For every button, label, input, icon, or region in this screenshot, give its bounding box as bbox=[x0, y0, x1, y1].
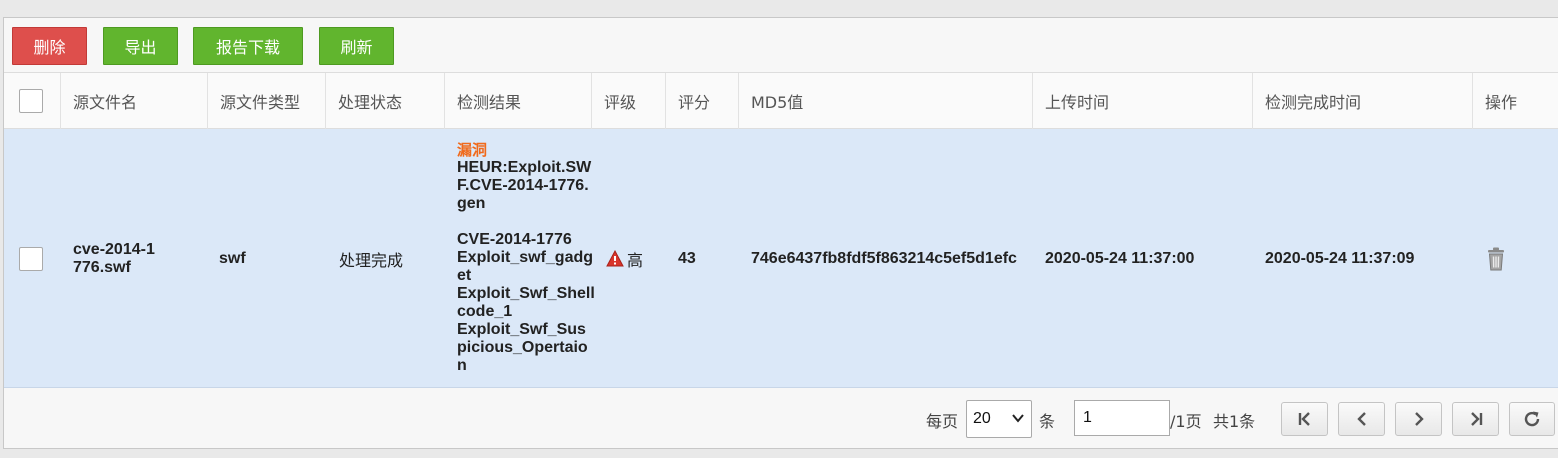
warning-icon bbox=[606, 249, 624, 266]
last-page-button[interactable] bbox=[1452, 402, 1499, 436]
header-select-cell bbox=[4, 73, 61, 129]
column-score: 评分 bbox=[666, 73, 739, 129]
column-rating: 评级 bbox=[592, 73, 666, 129]
result-detail: CVE-2014-1776 bbox=[457, 231, 572, 248]
result-detail: Exploit_swf_gadget bbox=[457, 249, 594, 284]
per-page-prefix: 每页 bbox=[926, 412, 959, 431]
result-detail: Exploit_Swf_Suspicious_Opertaion bbox=[457, 321, 588, 374]
column-upload-time: 上传时间 bbox=[1033, 73, 1253, 129]
column-finish-time: 检测完成时间 bbox=[1253, 73, 1473, 129]
per-page-value: 20 bbox=[973, 410, 991, 427]
file-type: swf bbox=[219, 249, 246, 267]
rating-label: 高 bbox=[627, 250, 644, 270]
delete-button[interactable]: 删除 bbox=[12, 27, 87, 65]
toolbar: 删除 导出 报告下载 刷新 bbox=[4, 18, 1558, 73]
results-panel: 删除 导出 报告下载 刷新 源文件名 源文件类型 处理状态 检测结果 评级 评分… bbox=[3, 17, 1558, 449]
last-page-icon bbox=[1470, 412, 1482, 426]
score: 43 bbox=[678, 249, 696, 267]
result-detail: Exploit_Swf_Shellcode_1 bbox=[457, 285, 595, 320]
per-page-select[interactable]: 20 bbox=[966, 400, 1032, 438]
next-page-button[interactable] bbox=[1395, 402, 1442, 436]
result-tag: 漏洞 bbox=[457, 141, 488, 159]
rating: 高 bbox=[592, 129, 666, 388]
trash-icon[interactable] bbox=[1485, 246, 1507, 272]
column-result: 检测结果 bbox=[445, 73, 592, 129]
column-file-type: 源文件类型 bbox=[208, 73, 326, 129]
file-name: cve-2014-1776.swf bbox=[73, 240, 155, 276]
page-number-input[interactable]: 1 bbox=[1074, 400, 1170, 436]
first-page-icon bbox=[1298, 412, 1310, 426]
total-count: 共1条 bbox=[1213, 412, 1256, 431]
column-status: 处理状态 bbox=[326, 73, 445, 129]
reload-button[interactable] bbox=[1509, 402, 1555, 436]
total-pages: /1页 bbox=[1170, 412, 1202, 431]
select-all-checkbox[interactable] bbox=[19, 89, 43, 113]
prev-page-icon bbox=[1356, 412, 1366, 426]
export-button[interactable]: 导出 bbox=[103, 27, 178, 65]
first-page-button[interactable] bbox=[1281, 402, 1328, 436]
column-actions: 操作 bbox=[1485, 93, 1518, 112]
result-name: HEUR:Exploit.SWF.CVE-2014-1776.gen bbox=[457, 159, 592, 212]
refresh-button[interactable]: 刷新 bbox=[319, 27, 394, 65]
finish-time: 2020-05-24 11:37:09 bbox=[1265, 249, 1415, 267]
pagination-bar: 每页 20 条 1 /1页 共1条 bbox=[4, 388, 1558, 448]
table-header: 源文件名 源文件类型 处理状态 检测结果 评级 评分 MD5值 上传时间 检测完… bbox=[4, 73, 1558, 129]
table-row: cve-2014-1776.swf swf 处理完成 漏洞 HEUR:Explo… bbox=[4, 129, 1558, 388]
actions-cell bbox=[1473, 129, 1558, 388]
row-checkbox[interactable] bbox=[19, 246, 43, 271]
report-download-button[interactable]: 报告下载 bbox=[193, 27, 303, 65]
reload-icon bbox=[1524, 411, 1540, 427]
md5-value: 746e6437fb8fdf5f863214c5ef5d1efc bbox=[751, 249, 1017, 267]
column-file-name: 源文件名 bbox=[61, 73, 208, 129]
prev-page-button[interactable] bbox=[1338, 402, 1385, 436]
next-page-icon bbox=[1414, 412, 1424, 426]
process-status: 处理完成 bbox=[339, 250, 404, 270]
per-page-suffix: 条 bbox=[1039, 412, 1056, 431]
chevron-down-icon bbox=[1012, 414, 1024, 423]
detection-result: 漏洞 HEUR:Exploit.SWF.CVE-2014-1776.gen CV… bbox=[457, 141, 595, 375]
row-select-cell bbox=[4, 129, 61, 388]
upload-time: 2020-05-24 11:37:00 bbox=[1045, 249, 1195, 267]
column-md5: MD5值 bbox=[739, 73, 1033, 129]
